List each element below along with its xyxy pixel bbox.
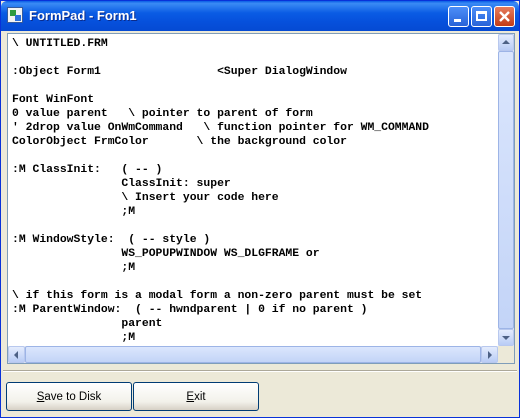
minimize-icon [454, 19, 461, 22]
exit-label: Exit [186, 390, 206, 403]
code-line[interactable]: :M WindowStyle: ( -- style ) [12, 233, 498, 247]
scroll-right-arrow-icon [488, 351, 492, 359]
code-line[interactable]: :M ClassInit: ( -- ) [12, 163, 498, 177]
vertical-scrollbar[interactable] [498, 34, 514, 346]
client-area: \ UNTITLED.FRM :Object Form1 <Super Dial… [3, 31, 517, 415]
scroll-right-button[interactable] [481, 346, 498, 363]
code-line[interactable]: parent [12, 317, 498, 331]
code-line[interactable]: 0 value parent \ pointer to parent of fo… [12, 107, 498, 121]
code-line[interactable]: Font WinFont [12, 93, 498, 107]
scroll-down-button[interactable] [498, 329, 514, 346]
save-to-disk-label: Save to Disk [36, 390, 102, 403]
code-line[interactable]: :Object Form1 <Super DialogWindow [12, 65, 498, 79]
maximize-button[interactable] [471, 6, 492, 27]
code-editor[interactable]: \ UNTITLED.FRM :Object Form1 <Super Dial… [7, 33, 515, 364]
code-line[interactable]: ;M [12, 261, 498, 275]
code-line[interactable] [12, 219, 498, 233]
scroll-up-button[interactable] [498, 34, 514, 51]
close-icon [499, 11, 510, 22]
title-bar[interactable]: FormPad - Form1 [1, 1, 519, 31]
exit-button[interactable]: Exit [133, 382, 259, 411]
code-line[interactable]: ' 2drop value OnWmCommand \ function poi… [12, 121, 498, 135]
scroll-left-button[interactable] [8, 346, 25, 363]
scroll-down-arrow-icon [502, 336, 510, 340]
code-text[interactable]: \ UNTITLED.FRM :Object Form1 <Super Dial… [8, 34, 498, 345]
code-line[interactable]: :M ParentWindow: ( -- hwndparent | 0 if … [12, 303, 498, 317]
save-to-disk-button[interactable]: Save to Disk [6, 382, 132, 411]
code-line[interactable]: \ UNTITLED.FRM [12, 37, 498, 51]
minimize-button[interactable] [448, 6, 469, 27]
horizontal-scrollbar[interactable] [8, 346, 498, 363]
scroll-up-arrow-icon [502, 40, 510, 44]
code-line[interactable]: WS_POPUPWINDOW WS_DLGFRAME or [12, 247, 498, 261]
code-line[interactable]: ;M [12, 331, 498, 345]
code-line[interactable] [12, 79, 498, 93]
horizontal-scroll-thumb[interactable] [25, 346, 481, 363]
code-text-area[interactable]: \ UNTITLED.FRM :Object Form1 <Super Dial… [8, 34, 498, 346]
code-line[interactable]: \ Insert your code here [12, 191, 498, 205]
scroll-left-arrow-icon [14, 351, 18, 359]
vertical-scroll-thumb[interactable] [498, 51, 514, 329]
code-line[interactable]: \ if this form is a modal form a non-zer… [12, 289, 498, 303]
code-line[interactable]: ColorObject FrmColor \ the background co… [12, 135, 498, 149]
close-button[interactable] [494, 6, 515, 27]
code-line[interactable] [12, 149, 498, 163]
maximize-icon [476, 11, 487, 21]
code-line[interactable] [12, 51, 498, 65]
scrollbar-corner [498, 346, 514, 363]
code-line[interactable]: ClassInit: super [12, 177, 498, 191]
app-icon[interactable] [7, 7, 23, 23]
formpad-window: FormPad - Form1 \ UNTITLED.FRM :Object F… [0, 0, 520, 418]
separator [3, 370, 517, 372]
code-line[interactable]: ;M [12, 205, 498, 219]
code-line[interactable] [12, 275, 498, 289]
window-title: FormPad - Form1 [29, 8, 137, 23]
